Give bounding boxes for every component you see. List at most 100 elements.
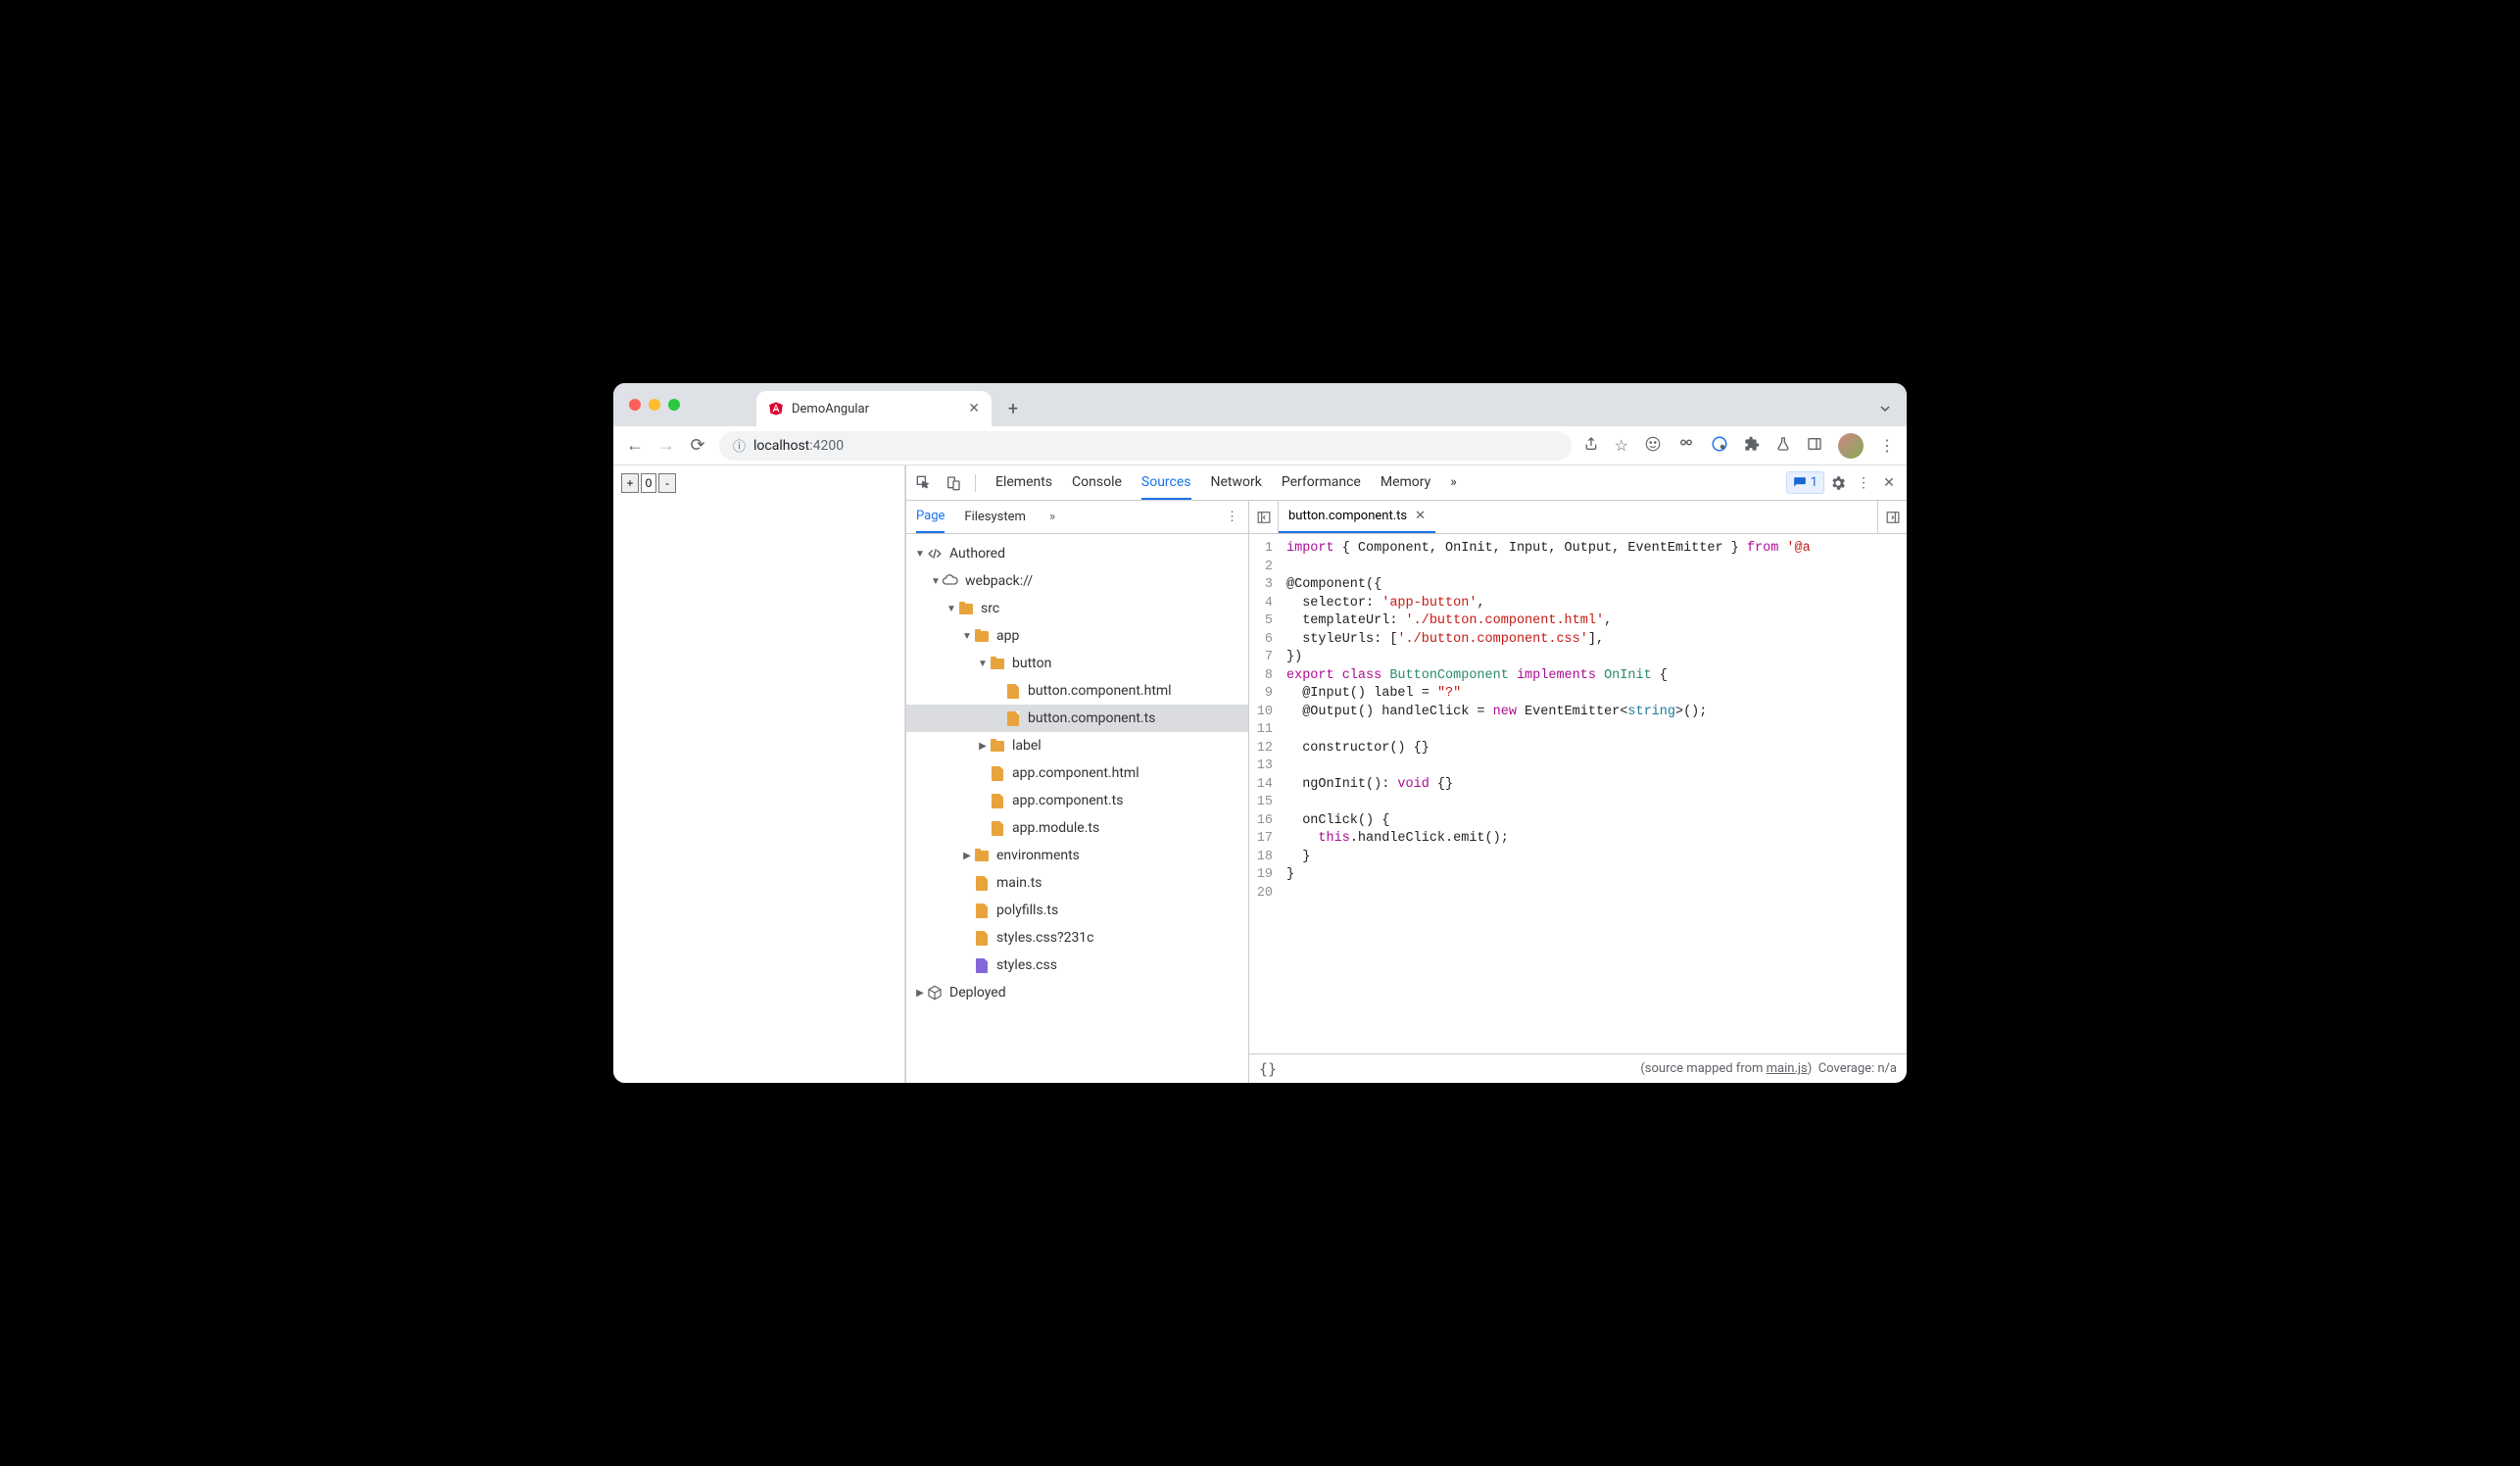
- tabs-overflow-icon[interactable]: »: [1450, 466, 1457, 500]
- tab-performance[interactable]: Performance: [1282, 466, 1361, 500]
- tree-authored[interactable]: ▼Authored: [906, 540, 1248, 567]
- tab-elements[interactable]: Elements: [995, 466, 1052, 500]
- tree-styles[interactable]: styles.css: [906, 952, 1248, 979]
- devtools-panel: Elements Console Sources Network Perform…: [905, 465, 1907, 1083]
- editor-pane: button.component.ts ✕ 123456789101112131…: [1249, 501, 1907, 1083]
- bookmark-star-icon[interactable]: ☆: [1615, 436, 1628, 455]
- tree-button-ts[interactable]: button.component.ts: [906, 705, 1248, 732]
- minimize-window-button[interactable]: [649, 399, 660, 411]
- tree-styles-q[interactable]: styles.css?231c: [906, 924, 1248, 952]
- url-port: :4200: [809, 438, 844, 454]
- toolbar-icons: ☆ ⋮: [1583, 433, 1895, 459]
- url-input[interactable]: ⓘ localhost:4200: [719, 431, 1572, 461]
- decrement-button[interactable]: -: [658, 473, 676, 493]
- maximize-window-button[interactable]: [668, 399, 680, 411]
- settings-gear-icon[interactable]: [1826, 471, 1850, 495]
- counter-value-input[interactable]: [641, 473, 656, 493]
- source-map-link[interactable]: main.js: [1767, 1061, 1808, 1076]
- device-toolbar-icon[interactable]: [942, 471, 965, 495]
- folder-icon: [989, 655, 1006, 672]
- browser-tab-active[interactable]: DemoAngular ✕: [756, 391, 992, 426]
- devtools-tabs: Elements Console Sources Network Perform…: [995, 466, 1457, 500]
- tabs-dropdown-icon[interactable]: [1879, 400, 1891, 418]
- content-area: + - Elements Console Sources Network Per…: [613, 465, 1907, 1083]
- browser-tabs: DemoAngular ✕ +: [756, 383, 1907, 426]
- sidebar-tabs: Page Filesystem » ⋮: [906, 501, 1248, 534]
- editor-tabs-row: button.component.ts ✕: [1249, 501, 1907, 534]
- extensions-puzzle-icon[interactable]: [1744, 436, 1760, 456]
- tree-polyfills[interactable]: polyfills.ts: [906, 897, 1248, 924]
- file-icon: [1004, 682, 1022, 700]
- tree-deployed[interactable]: ▶Deployed: [906, 979, 1248, 1006]
- tree-label-folder[interactable]: ▶label: [906, 732, 1248, 759]
- titlebar: DemoAngular ✕ +: [613, 383, 1907, 426]
- sidebar-tab-filesystem[interactable]: Filesystem: [964, 502, 1026, 532]
- close-tab-icon[interactable]: ✕: [968, 401, 980, 416]
- side-panel-icon[interactable]: [1807, 436, 1822, 456]
- footer-status: (source mapped from main.js) Coverage: n…: [1640, 1061, 1897, 1076]
- tab-memory[interactable]: Memory: [1381, 466, 1430, 500]
- tree-button-html[interactable]: button.component.html: [906, 677, 1248, 705]
- editor-tab-active[interactable]: button.component.ts ✕: [1279, 501, 1435, 533]
- box-icon: [926, 984, 944, 1002]
- close-window-button[interactable]: [629, 399, 641, 411]
- site-info-icon[interactable]: ⓘ: [733, 436, 746, 455]
- tree-button-folder[interactable]: ▼button: [906, 650, 1248, 677]
- address-bar: ← → ⟳ ⓘ localhost:4200 ☆ ⋮: [613, 426, 1907, 465]
- close-editor-tab-icon[interactable]: ✕: [1415, 509, 1426, 523]
- share-icon[interactable]: [1583, 436, 1599, 456]
- devtools-menu-icon[interactable]: ⋮: [1852, 471, 1875, 495]
- extension-icon-2[interactable]: [1677, 435, 1695, 457]
- reload-button[interactable]: ⟳: [688, 436, 707, 456]
- tree-app[interactable]: ▼app: [906, 622, 1248, 650]
- traffic-lights: [629, 399, 680, 411]
- issues-badge[interactable]: 1: [1786, 471, 1824, 494]
- code-icon: [926, 545, 944, 562]
- tree-webpack[interactable]: ▼webpack://: [906, 567, 1248, 595]
- increment-button[interactable]: +: [621, 473, 639, 493]
- line-numbers: 1234567891011121314151617181920: [1249, 534, 1281, 1053]
- pretty-print-icon[interactable]: {}: [1259, 1060, 1277, 1078]
- profile-avatar[interactable]: [1838, 433, 1864, 459]
- tree-app-ts[interactable]: app.component.ts: [906, 787, 1248, 814]
- code-editor[interactable]: 1234567891011121314151617181920 import {…: [1249, 534, 1907, 1053]
- toggle-debugger-icon[interactable]: [1877, 501, 1907, 533]
- new-tab-button[interactable]: +: [999, 395, 1027, 422]
- close-devtools-icon[interactable]: ✕: [1877, 471, 1901, 495]
- sidebar-tabs-overflow-icon[interactable]: »: [1049, 510, 1055, 524]
- sidebar-tab-page[interactable]: Page: [916, 501, 945, 533]
- tab-console[interactable]: Console: [1072, 466, 1122, 500]
- tree-environments[interactable]: ▶environments: [906, 842, 1248, 869]
- angular-icon: [768, 401, 784, 416]
- devtools-header: Elements Console Sources Network Perform…: [906, 465, 1907, 501]
- folder-icon: [989, 737, 1006, 755]
- file-icon: [989, 792, 1006, 809]
- editor-tab-label: button.component.ts: [1288, 509, 1407, 523]
- tree-app-module[interactable]: app.module.ts: [906, 814, 1248, 842]
- file-icon: [989, 764, 1006, 782]
- tab-sources[interactable]: Sources: [1141, 466, 1191, 500]
- browser-window: DemoAngular ✕ + ← → ⟳ ⓘ localhost:4200 ☆: [613, 383, 1907, 1083]
- issues-count: 1: [1811, 475, 1817, 490]
- tab-network[interactable]: Network: [1211, 466, 1262, 500]
- labs-flask-icon[interactable]: [1775, 436, 1791, 456]
- sources-sidebar: Page Filesystem » ⋮ ▼Authored ▼webpack:/…: [906, 501, 1249, 1083]
- folder-icon: [957, 600, 975, 617]
- tree-app-html[interactable]: app.component.html: [906, 759, 1248, 787]
- back-button[interactable]: ←: [625, 436, 645, 456]
- forward-button[interactable]: →: [656, 436, 676, 456]
- tree-main-ts[interactable]: main.ts: [906, 869, 1248, 897]
- sidebar-menu-icon[interactable]: ⋮: [1226, 510, 1238, 524]
- coverage-status: Coverage: n/a: [1818, 1061, 1897, 1076]
- extension-icon-3[interactable]: [1711, 435, 1728, 457]
- file-icon: [973, 929, 991, 947]
- file-tree: ▼Authored ▼webpack:// ▼src ▼app ▼button …: [906, 534, 1248, 1083]
- extension-icon-1[interactable]: [1644, 435, 1662, 457]
- toggle-navigator-icon[interactable]: [1249, 501, 1279, 533]
- tree-src[interactable]: ▼src: [906, 595, 1248, 622]
- tab-title: DemoAngular: [792, 402, 869, 416]
- chrome-menu-icon[interactable]: ⋮: [1879, 436, 1895, 455]
- counter-widget: + -: [621, 473, 897, 493]
- inspect-element-icon[interactable]: [912, 471, 936, 495]
- file-icon: [1004, 709, 1022, 727]
